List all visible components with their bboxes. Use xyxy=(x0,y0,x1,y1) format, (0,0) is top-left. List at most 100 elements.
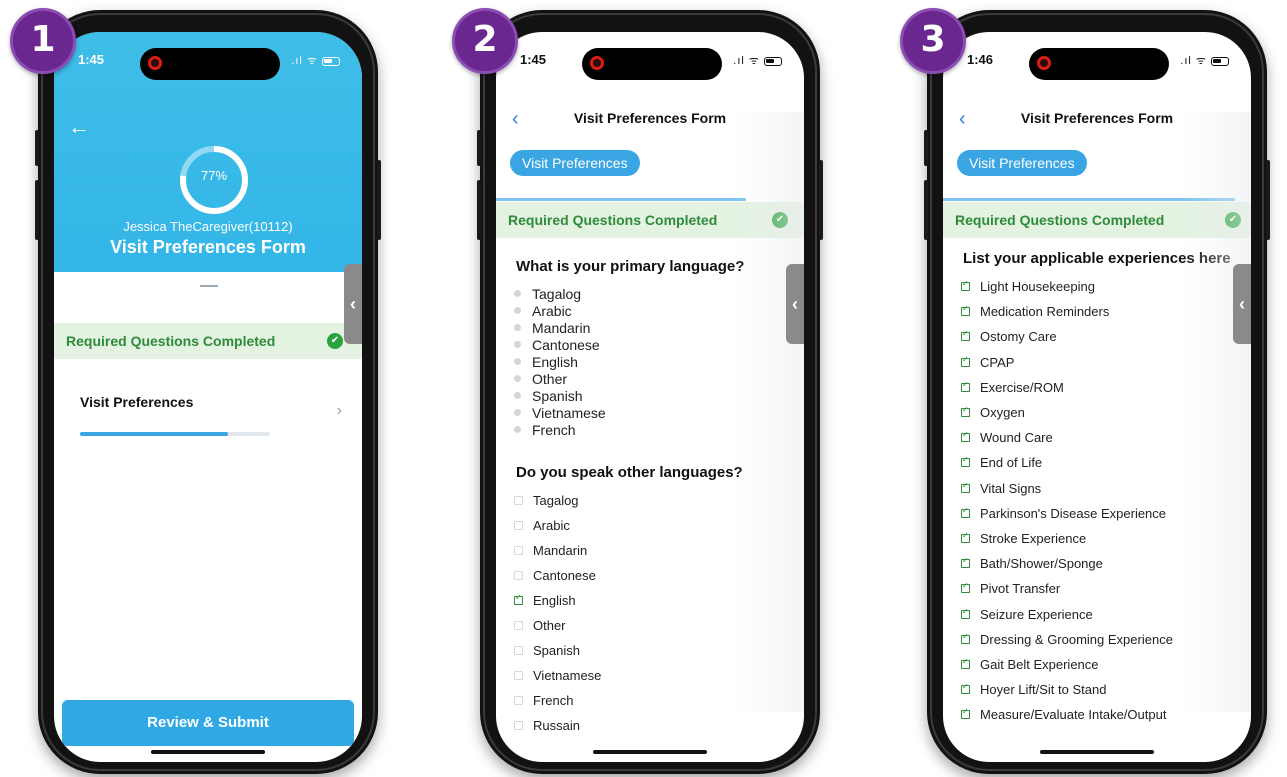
radio-icon[interactable] xyxy=(514,341,521,348)
checkbox-icon[interactable] xyxy=(514,546,523,555)
section-row-visit-preferences[interactable]: Visit Preferences › xyxy=(80,394,348,419)
checkbox-checked-icon[interactable] xyxy=(961,355,970,367)
checkbox-option[interactable]: Spanish xyxy=(514,638,601,663)
radio-option[interactable]: Cantonese xyxy=(514,336,606,353)
checkbox-option[interactable]: Pivot Transfer xyxy=(961,576,1173,601)
checkbox-checked-icon[interactable] xyxy=(961,607,970,619)
checkbox-icon[interactable] xyxy=(514,671,523,680)
radio-option[interactable]: Other xyxy=(514,370,606,387)
side-button xyxy=(377,160,381,240)
form-header: 1:45 .ıl ᯤ ← 77% Jessica TheCaregiver(10… xyxy=(54,32,362,272)
sheet-grabber[interactable] xyxy=(200,285,218,287)
checkbox-checked-icon[interactable] xyxy=(961,707,970,720)
dynamic-island xyxy=(1029,48,1169,80)
checkbox-option[interactable]: Cantonese xyxy=(514,563,601,588)
phone-1: 1:45 .ıl ᯤ ← 77% Jessica TheCaregiver(10… xyxy=(35,10,381,774)
radio-option[interactable]: Mandarin xyxy=(514,319,606,336)
drawer-tab-chevron-left-icon[interactable]: ‹ xyxy=(344,264,362,344)
checkbox-checked-icon[interactable] xyxy=(961,430,970,443)
checkbox-option[interactable]: Ostomy Care xyxy=(961,324,1173,349)
checkbox-option[interactable]: Wound Care xyxy=(961,425,1173,450)
checkbox-option[interactable]: Tagalog xyxy=(514,488,601,513)
chevron-right-icon: › xyxy=(336,402,342,419)
radio-option[interactable]: Tagalog xyxy=(514,285,606,302)
checkbox-option[interactable]: Seizure Experience xyxy=(961,601,1173,626)
review-submit-button[interactable]: Review & Submit xyxy=(62,700,354,746)
checkbox-option[interactable]: Russain xyxy=(514,713,601,738)
checkbox-checked-icon[interactable] xyxy=(961,279,970,292)
nav-title: Visit Preferences Form xyxy=(573,110,727,126)
radio-icon[interactable] xyxy=(514,426,521,433)
radio-icon[interactable] xyxy=(514,358,521,365)
checkbox-option[interactable]: Gait Belt Experience xyxy=(961,652,1173,677)
drawer-tab-chevron-left-icon[interactable]: ‹ xyxy=(786,264,804,344)
checkbox-option[interactable]: CPAP xyxy=(961,350,1173,375)
tab-visit-preferences[interactable]: Visit Preferences xyxy=(957,150,1087,176)
battery-icon xyxy=(322,56,340,66)
checkbox-option[interactable]: Medication Reminders xyxy=(961,299,1173,324)
checkbox-option[interactable]: Oxygen xyxy=(961,400,1173,425)
checkbox-checked-icon[interactable] xyxy=(961,481,970,493)
radio-option[interactable]: English xyxy=(514,353,606,370)
check-circle-icon: ✔ xyxy=(772,212,788,228)
checkbox-icon[interactable] xyxy=(514,646,523,655)
radio-icon[interactable] xyxy=(514,409,521,416)
drawer-tab-chevron-left-icon[interactable]: ‹ xyxy=(1233,264,1251,344)
checkbox-option[interactable]: Measure/Evaluate Intake/Output xyxy=(961,702,1173,727)
checkbox-checked-icon[interactable] xyxy=(961,657,970,669)
checkbox-icon[interactable] xyxy=(514,571,523,580)
checkbox-option[interactable]: Vital Signs xyxy=(961,476,1173,501)
radio-option[interactable]: Spanish xyxy=(514,387,606,404)
checkbox-checked-icon[interactable] xyxy=(961,380,970,392)
checkbox-option[interactable]: Dressing & Grooming Experience xyxy=(961,627,1173,652)
checkbox-option[interactable]: Light Housekeeping xyxy=(961,274,1173,299)
option-label: English xyxy=(532,353,578,370)
checkbox-option[interactable]: End of Life xyxy=(961,450,1173,475)
checkbox-checked-icon[interactable] xyxy=(961,304,970,317)
checkbox-option[interactable]: English xyxy=(514,588,601,613)
checkbox-option[interactable]: Exercise/ROM xyxy=(961,375,1173,400)
checkbox-checked-icon[interactable] xyxy=(961,506,970,518)
checkbox-option[interactable]: Parkinson's Disease Experience xyxy=(961,501,1173,526)
checkbox-checked-icon[interactable] xyxy=(961,682,970,695)
checkbox-icon[interactable] xyxy=(514,621,523,630)
radio-option[interactable]: French xyxy=(514,421,606,438)
radio-icon[interactable] xyxy=(514,307,521,314)
checkbox-checked-icon[interactable] xyxy=(961,329,970,342)
checkbox-checked-icon[interactable] xyxy=(961,455,970,468)
radio-icon[interactable] xyxy=(514,290,521,297)
radio-icon[interactable] xyxy=(514,392,521,399)
checkbox-option[interactable]: Vietnamese xyxy=(514,663,601,688)
nav-title: Visit Preferences Form xyxy=(1020,110,1174,126)
radio-icon[interactable] xyxy=(514,375,521,382)
option-label: French xyxy=(532,421,576,438)
checkbox-option[interactable]: Bath/Shower/Sponge xyxy=(961,551,1173,576)
radio-option[interactable]: Vietnamese xyxy=(514,404,606,421)
signal-icon: .ıl xyxy=(291,55,303,67)
option-label: Exercise/ROM xyxy=(980,379,1064,395)
checkbox-checked-icon[interactable] xyxy=(514,593,523,605)
checkbox-checked-icon[interactable] xyxy=(961,632,970,644)
radio-icon[interactable] xyxy=(514,324,521,331)
status-icons: .ıl ᯤ xyxy=(733,53,782,68)
checkbox-checked-icon[interactable] xyxy=(961,405,970,418)
checkbox-option[interactable]: Hoyer Lift/Sit to Stand xyxy=(961,677,1173,702)
checkbox-option[interactable]: French xyxy=(514,688,601,713)
checkbox-checked-icon[interactable] xyxy=(961,581,970,594)
checkbox-option[interactable]: Other xyxy=(514,613,601,638)
tab-visit-preferences[interactable]: Visit Preferences xyxy=(510,150,640,176)
checkbox-icon[interactable] xyxy=(514,496,523,505)
checkbox-checked-icon[interactable] xyxy=(961,531,970,543)
option-label: Cantonese xyxy=(533,568,596,583)
checkbox-checked-icon[interactable] xyxy=(961,556,970,569)
back-arrow-icon[interactable]: ← xyxy=(68,114,90,140)
option-label: Light Housekeeping xyxy=(980,279,1095,295)
checkbox-icon[interactable] xyxy=(514,521,523,530)
checkbox-icon[interactable] xyxy=(514,696,523,705)
checkbox-option[interactable]: Mandarin xyxy=(514,538,601,563)
radio-option[interactable]: Arabic xyxy=(514,302,606,319)
checkbox-option[interactable]: Arabic xyxy=(514,513,601,538)
checkbox-option[interactable]: Stroke Experience xyxy=(961,526,1173,551)
form-title: Visit Preferences Form xyxy=(110,237,306,257)
checkbox-icon[interactable] xyxy=(514,721,523,730)
